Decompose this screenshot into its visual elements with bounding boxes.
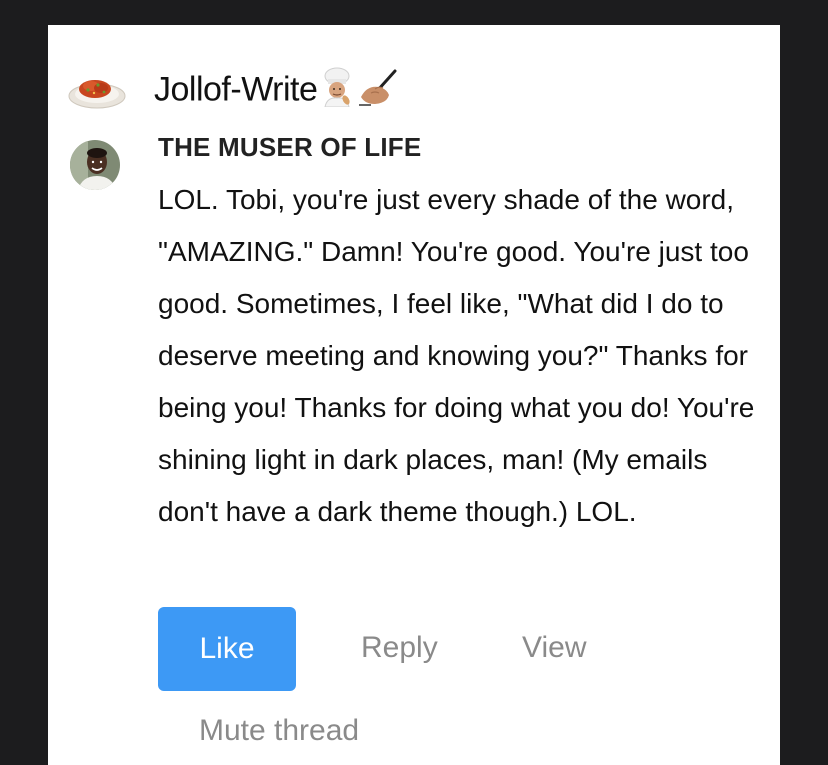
reply-button[interactable]: Reply xyxy=(361,631,438,665)
view-button[interactable]: View xyxy=(522,631,586,665)
jollof-rice-plate-icon xyxy=(68,74,126,110)
site-name-text: Jollof-Write xyxy=(154,70,318,109)
comment-author[interactable]: THE MUSER OF LIFE xyxy=(158,132,421,163)
like-button[interactable]: Like xyxy=(158,607,296,691)
comment-card: Jollof-Write THE MUSER OF LIFE LOL. Tobi… xyxy=(48,25,780,765)
avatar[interactable] xyxy=(70,140,120,190)
chef-emoji-icon xyxy=(319,67,355,116)
comment-actions: Like Reply View Mute thread xyxy=(158,607,758,765)
writing-hand-emoji-icon xyxy=(357,67,399,116)
site-name[interactable]: Jollof-Write xyxy=(154,67,399,116)
mute-thread-button[interactable]: Mute thread xyxy=(199,714,359,748)
site-header: Jollof-Write xyxy=(68,67,399,116)
comment-text: LOL. Tobi, you're just every shade of th… xyxy=(158,184,755,527)
